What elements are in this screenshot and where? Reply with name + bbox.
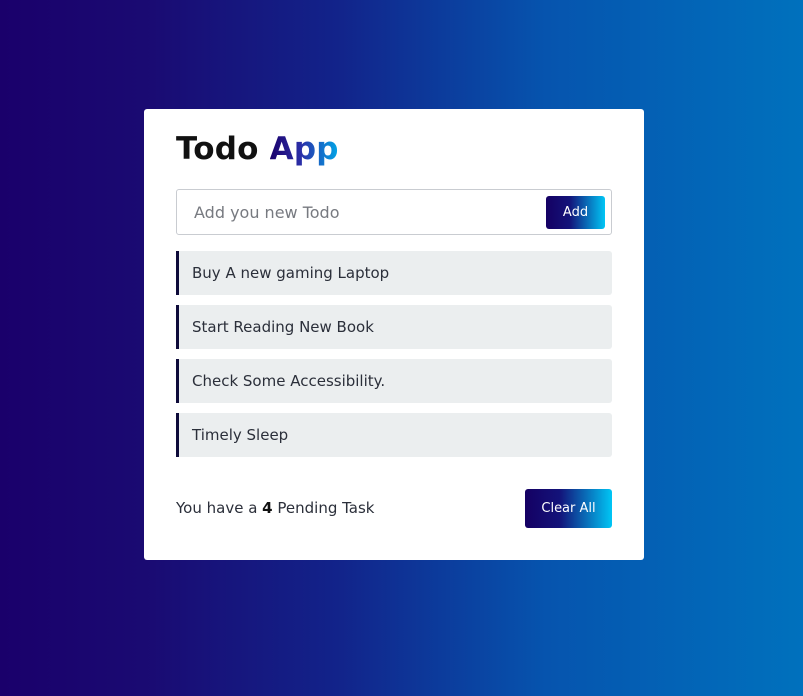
add-todo-form: Add <box>176 189 612 235</box>
todo-footer: You have a 4 Pending Task Clear All <box>176 489 612 528</box>
pending-task-text: You have a 4 Pending Task <box>176 499 375 517</box>
todo-list: Buy A new gaming Laptop Start Reading Ne… <box>176 251 612 457</box>
todo-item[interactable]: Timely Sleep <box>176 413 612 457</box>
clear-all-button[interactable]: Clear All <box>525 489 612 528</box>
pending-prefix: You have a <box>176 499 258 517</box>
todo-item[interactable]: Start Reading New Book <box>176 305 612 349</box>
todo-item[interactable]: Check Some Accessibility. <box>176 359 612 403</box>
app-title-main: Todo <box>176 131 259 167</box>
add-button[interactable]: Add <box>546 196 605 229</box>
todo-item[interactable]: Buy A new gaming Laptop <box>176 251 612 295</box>
page-background: { "app": { "title_main": "Todo", "title_… <box>0 0 803 696</box>
app-title: Todo App <box>176 129 339 169</box>
pending-count: 4 <box>262 499 273 517</box>
todo-card: Todo App Add Buy A new gaming Laptop Sta… <box>144 109 644 560</box>
pending-suffix: Pending Task <box>277 499 375 517</box>
app-title-accent: App <box>269 131 339 167</box>
todo-input[interactable] <box>177 190 537 234</box>
